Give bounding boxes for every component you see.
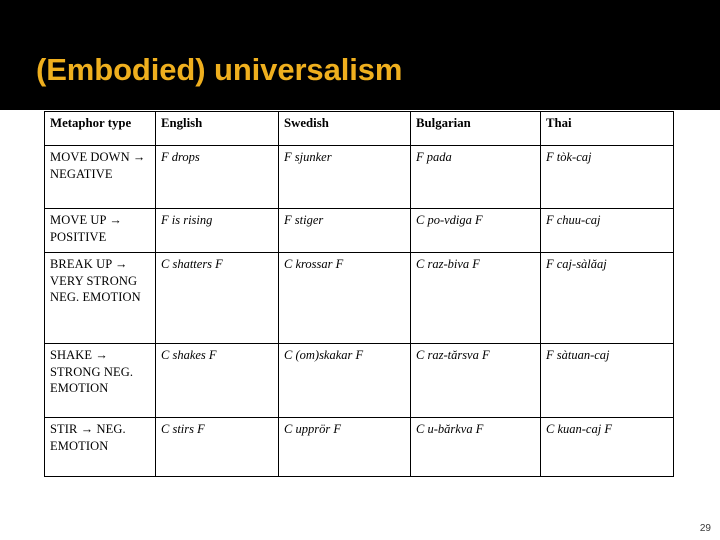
cell-english: C shatters F [155,252,279,344]
cell-swedish: C upprör F [278,417,411,477]
table-row: MOVE DOWN → NEGATIVE F drops F sjunker F… [44,145,674,209]
cell-metaphor-type: MOVE DOWN → NEGATIVE [44,145,156,209]
column-header-english: English [155,111,279,146]
slide: (Embodied) universalism Metaphor type En… [0,0,720,540]
page-title: (Embodied) universalism [36,52,403,87]
column-header-swedish: Swedish [278,111,411,146]
table-row: SHAKE → STRONG NEG. EMOTION C shakes F C… [44,343,674,418]
cell-metaphor-type: MOVE UP → POSITIVE [44,208,156,253]
column-header-metaphor-type: Metaphor type [44,111,156,146]
cell-thai: F chuu-caj [540,208,674,253]
cell-english: F is rising [155,208,279,253]
cell-english: C stirs F [155,417,279,477]
table-header-row: Metaphor type English Swedish Bulgarian … [44,111,674,146]
column-header-bulgarian: Bulgarian [410,111,541,146]
column-header-thai: Thai [540,111,674,146]
cell-thai: C kuan-caj F [540,417,674,477]
cell-bulgarian: C raz-biva F [410,252,541,344]
cell-swedish: F stiger [278,208,411,253]
cell-bulgarian: C u-bărkva F [410,417,541,477]
cell-swedish: C krossar F [278,252,411,344]
cell-bulgarian: C raz-tărsva F [410,343,541,418]
table-row: MOVE UP → POSITIVE F is rising F stiger … [44,208,674,253]
cell-thai: F sàtuan-caj [540,343,674,418]
cell-english: F drops [155,145,279,209]
cell-swedish: F sjunker [278,145,411,209]
slide-page-number: 29 [699,523,711,534]
cell-english: C shakes F [155,343,279,418]
cell-bulgarian: C po-vdiga F [410,208,541,253]
table-row: BREAK UP → VERY STRONG NEG. EMOTION C sh… [44,252,674,344]
metaphor-comparison-table: Metaphor type English Swedish Bulgarian … [44,111,674,477]
title-banner: (Embodied) universalism [0,0,720,110]
cell-metaphor-type: BREAK UP → VERY STRONG NEG. EMOTION [44,252,156,344]
cell-thai: F tòk-caj [540,145,674,209]
table-row: STIR → NEG. EMOTION C stirs F C upprör F… [44,417,674,477]
cell-metaphor-type: SHAKE → STRONG NEG. EMOTION [44,343,156,418]
cell-metaphor-type: STIR → NEG. EMOTION [44,417,156,477]
cell-bulgarian: F pada [410,145,541,209]
cell-swedish: C (om)skakar F [278,343,411,418]
cell-thai: F caj-sàlăaj [540,252,674,344]
